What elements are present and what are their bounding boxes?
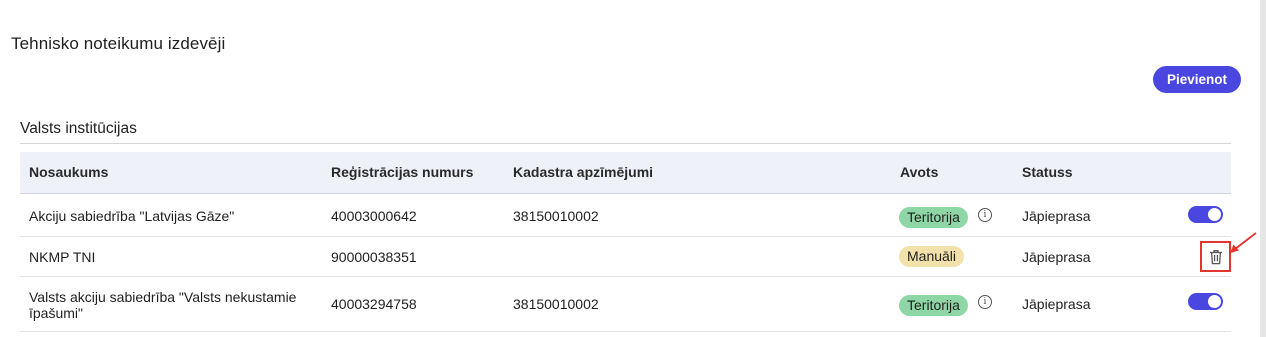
column-header-source[interactable]: Avots <box>900 152 938 193</box>
toggle-knob <box>1208 295 1221 308</box>
row-name-line: īpašumi" <box>29 305 83 321</box>
scrollbar-edge <box>1260 0 1266 337</box>
toggle-knob <box>1208 208 1221 221</box>
add-button[interactable]: Pievienot <box>1153 66 1241 93</box>
annotation-arrow-icon <box>1230 232 1257 253</box>
row-status: Jāpieprasa <box>1022 296 1091 312</box>
row-status: Jāpieprasa <box>1022 208 1091 224</box>
source-badge: Teritorija <box>899 295 968 316</box>
table-header: Nosaukums Reģistrācijas numurs Kadastra … <box>20 152 1231 194</box>
row-status: Jāpieprasa <box>1022 249 1091 265</box>
row-reg-number: 40003294758 <box>331 296 417 312</box>
source-badge: Manuāli <box>899 246 965 267</box>
issuers-table: Nosaukums Reģistrācijas numurs Kadastra … <box>20 152 1231 332</box>
row-reg-number: 90000038351 <box>331 249 417 265</box>
page-title: Tehnisko noteikumu izdevēji <box>11 34 226 53</box>
row-name: Valsts akciju sabiedrība "Valsts nekusta… <box>29 289 296 321</box>
column-header-status[interactable]: Statuss <box>1022 152 1073 193</box>
row-cadastre: 38150010002 <box>513 296 599 312</box>
row-cadastre: 38150010002 <box>513 208 599 224</box>
row-name: NKMP TNI <box>29 249 96 265</box>
table-row[interactable]: Valsts akciju sabiedrība "Valsts nekusta… <box>20 277 1231 332</box>
section-title: Valsts institūcijas <box>20 120 137 137</box>
info-icon[interactable]: i <box>978 208 992 222</box>
row-name-line: Valsts akciju sabiedrība "Valsts nekusta… <box>29 289 297 305</box>
source-badge: Teritorija <box>899 207 968 228</box>
table-row[interactable]: Akciju sabiedrība "Latvijas Gāze" 400030… <box>20 194 1231 237</box>
column-header-name[interactable]: Nosaukums <box>29 152 108 193</box>
column-header-reg[interactable]: Reģistrācijas numurs <box>331 152 473 193</box>
row-reg-number: 40003000642 <box>331 208 417 224</box>
enable-toggle[interactable] <box>1188 293 1223 310</box>
trash-icon <box>1209 249 1222 264</box>
column-header-cadastre[interactable]: Kadastra apzīmējumi <box>513 152 653 193</box>
section-divider <box>20 143 1231 144</box>
row-name: Akciju sabiedrība "Latvijas Gāze" <box>29 208 235 224</box>
enable-toggle[interactable] <box>1188 206 1223 223</box>
info-icon[interactable]: i <box>978 295 992 309</box>
table-row[interactable]: NKMP TNI 90000038351 Manuāli Jāpieprasa <box>20 237 1231 277</box>
